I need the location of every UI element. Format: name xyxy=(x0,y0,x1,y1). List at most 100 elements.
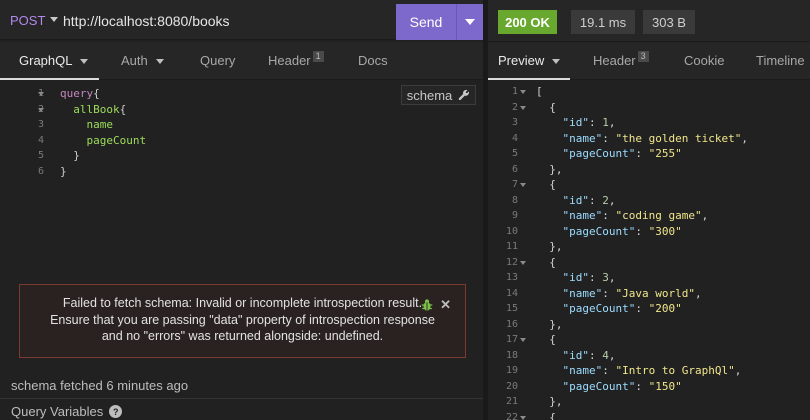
line-number: 3 xyxy=(0,117,48,133)
json-line: }, xyxy=(536,240,563,253)
tab-label: Docs xyxy=(358,53,388,68)
tab-query[interactable]: Query xyxy=(200,42,235,80)
request-tabs: GraphQL Auth Query Header 1 Docs xyxy=(0,42,483,80)
active-tab-indicator xyxy=(0,78,99,80)
code-line: } xyxy=(60,149,80,162)
line-number: 21 xyxy=(488,394,524,410)
line-number-text: 9 xyxy=(511,210,518,221)
tab-cookie[interactable]: Cookie xyxy=(684,42,724,80)
line-number-text: 17 xyxy=(505,334,518,345)
json-line: { xyxy=(536,333,556,346)
line-number: 12 xyxy=(488,255,526,271)
url-input[interactable] xyxy=(63,11,393,31)
fold-icon[interactable] xyxy=(38,92,44,96)
tab-label: Header xyxy=(593,53,636,68)
line-number: 7 xyxy=(488,177,526,193)
fold-icon[interactable] xyxy=(520,415,526,420)
line-number: 22 xyxy=(488,410,526,420)
line-number-text: 1 xyxy=(511,86,518,97)
json-line: }, xyxy=(536,162,563,176)
line-number-text: 15 xyxy=(505,303,518,314)
line-number-text: 8 xyxy=(511,194,518,206)
code-line: name xyxy=(86,118,114,131)
header-count-badge: 1 xyxy=(312,51,324,62)
line-number-text: 3 xyxy=(37,119,44,130)
send-button[interactable]: Send xyxy=(396,4,456,40)
json-line: "name": "coding game", xyxy=(562,209,709,222)
line-number: 6 xyxy=(0,164,48,180)
line-number: 8 xyxy=(488,193,524,209)
line-number: 19 xyxy=(488,363,524,379)
line-number-text: 22 xyxy=(505,411,518,420)
json-line: "id": 2, xyxy=(562,193,616,207)
tab-auth[interactable]: Auth xyxy=(121,42,164,80)
fold-icon[interactable] xyxy=(520,338,526,342)
close-icon[interactable]: ✕ xyxy=(440,297,451,314)
query-variables-toggle[interactable]: Query Variables ? xyxy=(11,404,123,419)
line-number: 3 xyxy=(488,115,524,131)
chevron-down-icon[interactable] xyxy=(50,17,58,22)
code-line: query{ xyxy=(60,87,100,100)
schema-error-message: Failed to fetch schema: Invalid or incom… xyxy=(19,284,466,358)
status-badge: 200 OK xyxy=(498,10,557,34)
response-preview[interactable]: 1 [2 {3 "id": 1, 4 "name": "the golden tic… xyxy=(488,81,810,420)
url-bar: POST Send xyxy=(0,0,483,40)
chevron-down-icon xyxy=(80,59,89,65)
tab-graphql[interactable]: GraphQL xyxy=(19,42,89,80)
line-number-text: 21 xyxy=(505,396,518,407)
chevron-down-icon xyxy=(155,59,164,65)
line-number: 14 xyxy=(488,286,524,302)
send-options-button[interactable] xyxy=(456,4,483,40)
line-number-text: 4 xyxy=(37,134,44,146)
response-size: 303 B xyxy=(643,10,695,34)
json-line: { xyxy=(536,410,556,420)
bug-icon[interactable] xyxy=(420,298,434,312)
header-count-badge: 3 xyxy=(637,51,649,62)
help-icon[interactable]: ? xyxy=(109,405,123,418)
error-line: Ensure that you are passing "data" prope… xyxy=(50,312,435,327)
tab-docs[interactable]: Docs xyxy=(358,42,388,80)
code-line: allBook{ xyxy=(73,102,127,116)
tab-label: GraphQL xyxy=(19,53,73,68)
fold-icon[interactable] xyxy=(520,183,526,187)
tab-response-header[interactable]: Header 3 xyxy=(593,42,649,80)
line-number: 10 xyxy=(488,224,524,240)
json-line: "pageCount": "150" xyxy=(562,379,682,393)
line-number-text: 6 xyxy=(37,165,44,177)
tab-label: Cookie xyxy=(684,53,725,68)
line-number: 15 xyxy=(488,301,524,317)
query-variables-label: Query Variables xyxy=(11,404,104,419)
line-number: 6 xyxy=(488,162,524,178)
fold-icon[interactable] xyxy=(520,105,526,110)
json-line: "pageCount": "200" xyxy=(562,302,682,315)
json-line: "id": 4, xyxy=(562,348,616,362)
json-line: "name": "Java world", xyxy=(562,286,702,300)
tab-preview[interactable]: Preview xyxy=(498,42,561,80)
method-select[interactable]: POST xyxy=(10,13,45,28)
line-number: 5 xyxy=(488,146,524,162)
fold-icon[interactable] xyxy=(520,90,526,94)
json-line: "name": "the golden ticket", xyxy=(562,131,748,145)
fold-icon[interactable] xyxy=(520,260,526,265)
json-line: "pageCount": "300" xyxy=(562,224,682,238)
code-line: pageCount xyxy=(86,133,147,147)
schema-button[interactable]: schema xyxy=(401,85,476,105)
line-number: 2 xyxy=(0,102,48,118)
line-number-text: 7 xyxy=(511,179,518,190)
line-number: 1 xyxy=(0,86,48,102)
tab-timeline[interactable]: Timeline xyxy=(756,42,805,80)
tab-label: Header xyxy=(268,53,311,68)
line-number-text: 6 xyxy=(511,163,518,175)
tab-header[interactable]: Header 1 xyxy=(268,42,324,80)
line-number-text: 3 xyxy=(511,117,518,128)
fold-icon[interactable] xyxy=(38,107,44,112)
line-number: 9 xyxy=(488,208,524,224)
wrench-icon xyxy=(458,89,470,101)
json-line: { xyxy=(536,255,556,269)
error-line: and no "errors" was returned alongside: … xyxy=(101,329,384,343)
line-number: 4 xyxy=(488,131,524,147)
json-line: "id": 3, xyxy=(562,271,616,284)
line-number-text: 18 xyxy=(505,349,518,361)
code-line: } xyxy=(60,164,67,178)
line-number: 13 xyxy=(488,270,524,286)
